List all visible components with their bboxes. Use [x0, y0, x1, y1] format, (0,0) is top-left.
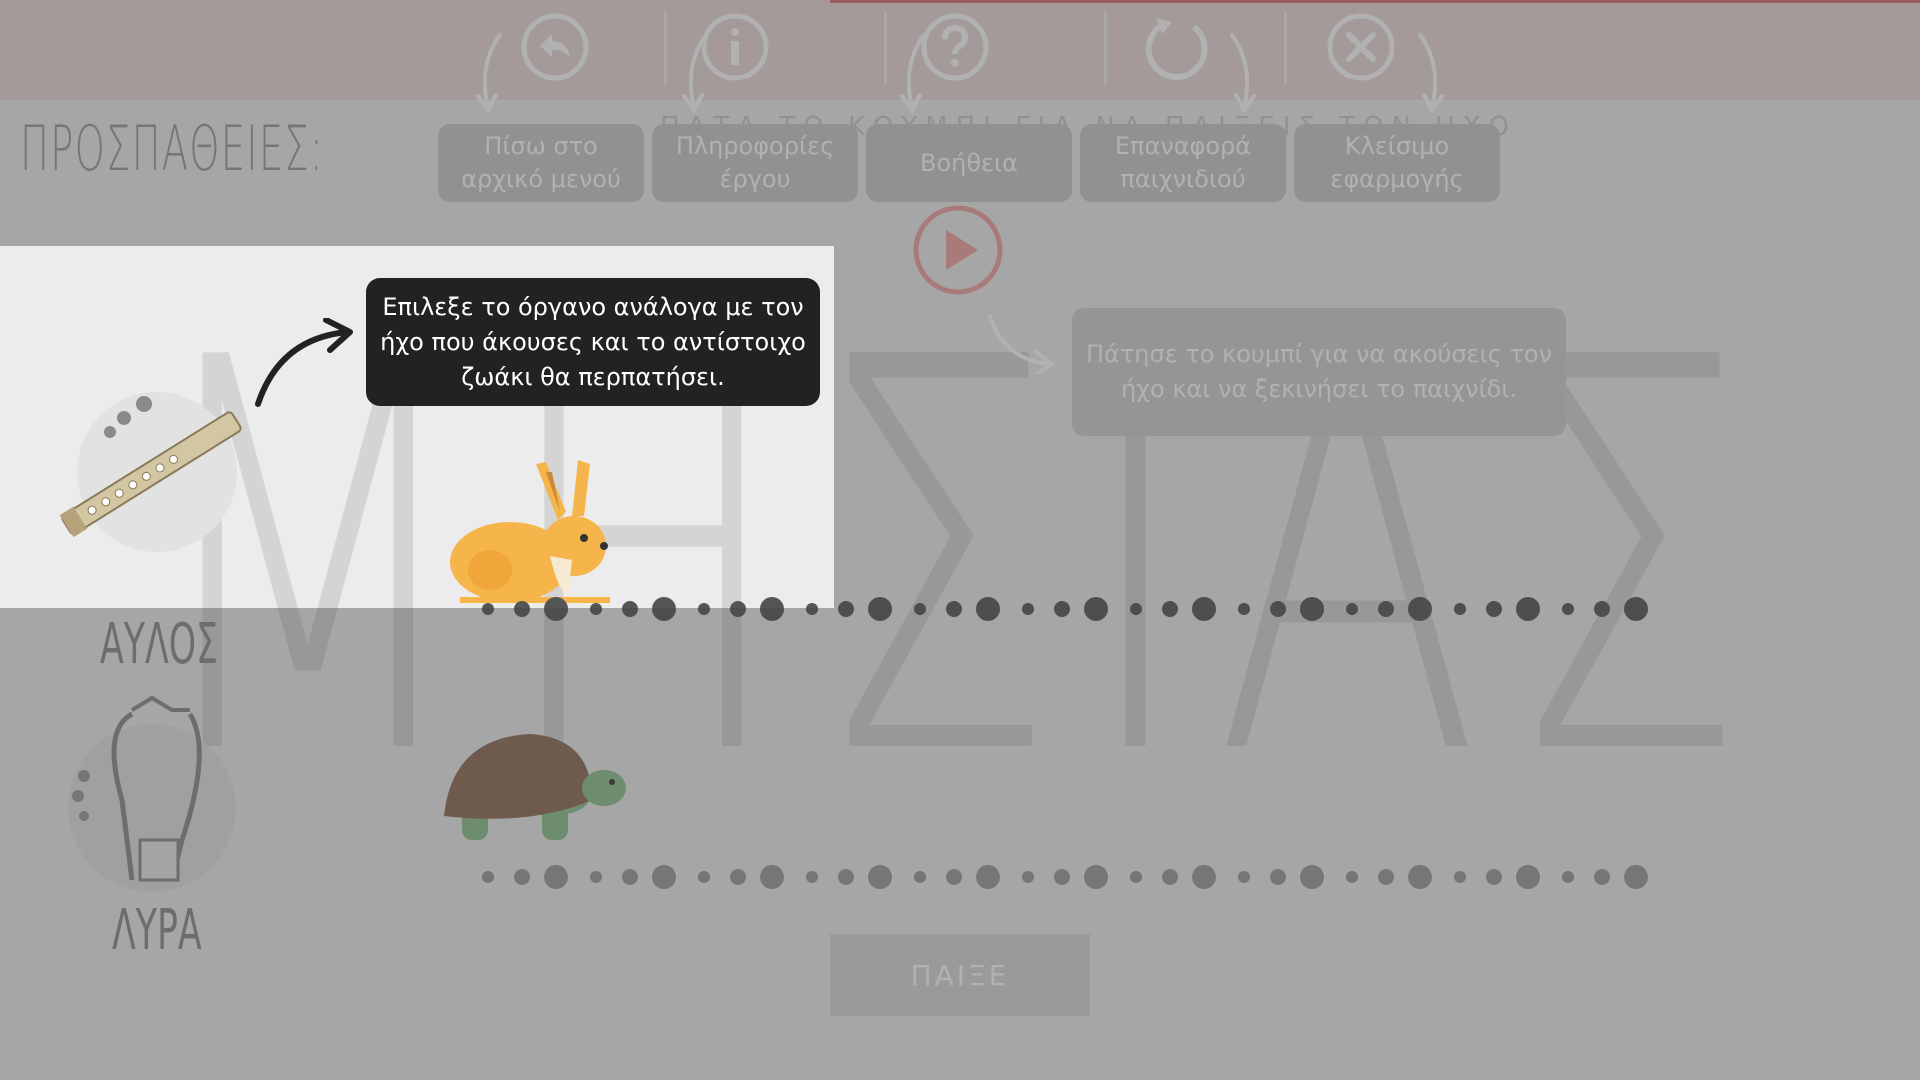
overlay-dim — [834, 246, 1920, 608]
aulos-flute-icon[interactable] — [52, 374, 252, 574]
tooltip-arrow — [255, 318, 353, 407]
overlay-dim — [0, 608, 1920, 1080]
choose-instrument-tooltip: Επιλεξε το όργανο ανάλογα με τον ήχο που… — [366, 278, 820, 406]
overlay-dim — [0, 0, 1920, 246]
